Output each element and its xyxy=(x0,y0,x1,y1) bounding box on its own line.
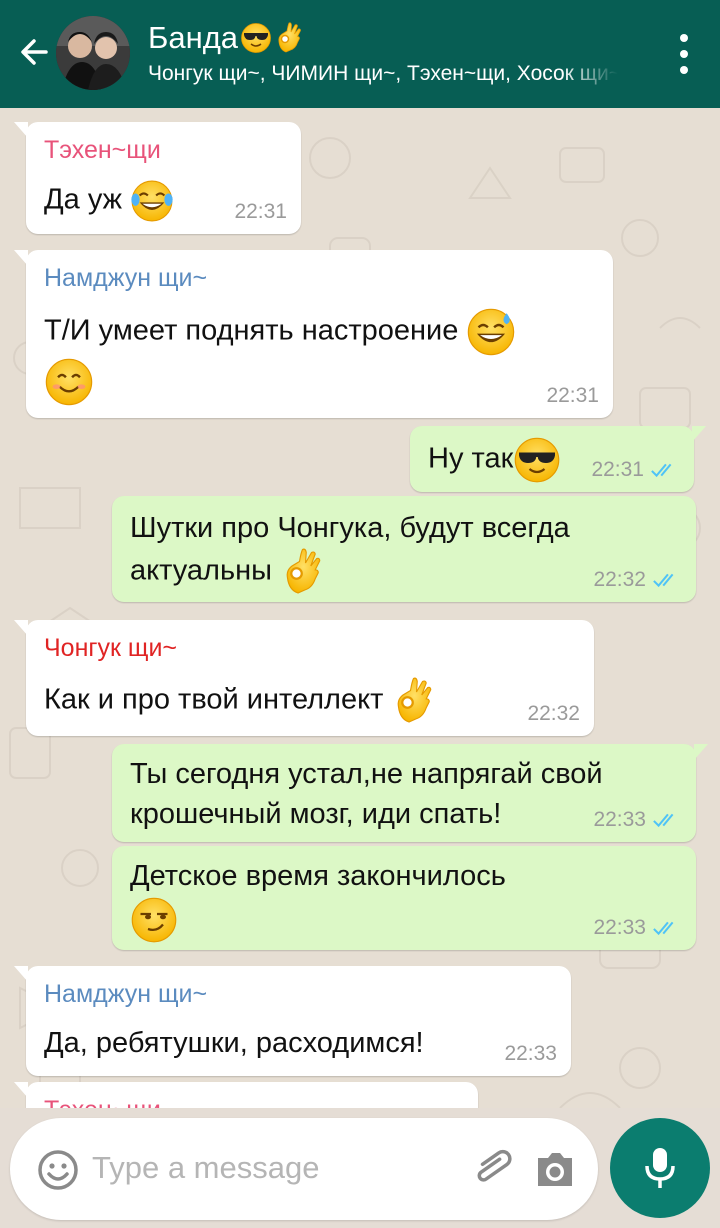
message-time: 22:31 xyxy=(546,384,599,407)
sender-name: Чонгук щи~ xyxy=(44,634,178,662)
back-button[interactable] xyxy=(14,30,54,74)
message-text-content: Да уж xyxy=(44,183,123,216)
message-time: 22:33 xyxy=(504,1042,557,1065)
sunglasses-emoji-icon xyxy=(513,436,561,484)
chat-title: Банда xyxy=(148,18,628,58)
message-text-content: Как и про твой интеллект xyxy=(44,683,384,716)
message-meta: 22:32 xyxy=(593,568,682,592)
message-outgoing[interactable]: Шутки про Чонгука, будут всегда актуальн… xyxy=(112,496,696,602)
read-ticks-icon xyxy=(650,460,680,480)
message-text: Как и про твой интеллект xyxy=(44,677,576,725)
message-outgoing[interactable]: Ну так 22:31 xyxy=(410,426,706,492)
message-outgoing[interactable]: Ты сегодня устал,не напрягай свой крошеч… xyxy=(112,744,708,842)
message-text: Т/И умеет поднять настроение xyxy=(44,307,595,407)
message-text-line1: Ты сегодня устал,не напрягай свой xyxy=(130,758,603,790)
message-text-line1: Шутки про Чонгука, будут всегда xyxy=(130,512,570,544)
message-meta: 22:33 xyxy=(504,1042,557,1066)
sunglasses-emoji-icon xyxy=(240,22,272,54)
message-text-line2: крошечный мозг, иди спать! xyxy=(130,798,502,830)
message-incoming[interactable]: Чонгук щи~ Как и про твой интеллект 22:3… xyxy=(14,620,594,736)
message-time: 22:32 xyxy=(527,702,580,725)
sender-name: Тэхен~щи xyxy=(44,1096,460,1108)
chat-header: Банда Чонгук щи~, ЧИМИН щи~, Тэхен~щи, Х… xyxy=(0,0,720,108)
message-list[interactable]: Тэхен~щи Да уж 22:31 Намджун щи~ Т/И уме… xyxy=(0,108,720,1108)
message-meta: 22:32 xyxy=(527,702,580,726)
smirk-emoji-icon xyxy=(130,896,178,944)
message-text-content: Да, ребятушки, расходимся! xyxy=(44,1027,424,1059)
more-options-icon[interactable] xyxy=(676,34,692,74)
message-incoming[interactable]: Намджун щи~ Т/И умеет поднять настроение… xyxy=(14,250,613,418)
message-text-content: Детское время закончилось xyxy=(130,860,506,892)
message-text: Да, ребятушки, расходимся! xyxy=(44,1023,553,1063)
arrow-left-icon xyxy=(21,39,48,65)
message-composer[interactable]: Type a message xyxy=(10,1118,598,1220)
sender-name: Тэхен~щи xyxy=(44,136,161,164)
message-time: 22:33 xyxy=(593,808,646,831)
mic-button[interactable] xyxy=(610,1118,710,1218)
message-incoming[interactable]: Намджун щи~ Да, ребятушки, расходимся! 2… xyxy=(14,966,571,1076)
message-time: 22:31 xyxy=(591,458,644,481)
message-outgoing[interactable]: Детское время закончилось 22:33 xyxy=(112,846,696,950)
message-meta: 22:31 xyxy=(546,384,599,408)
attach-icon[interactable] xyxy=(468,1144,516,1192)
message-input[interactable]: Type a message xyxy=(92,1150,319,1186)
read-ticks-icon xyxy=(652,810,682,830)
message-meta: 22:33 xyxy=(593,808,682,832)
message-meta: 22:31 xyxy=(234,200,287,224)
read-ticks-icon xyxy=(652,570,682,590)
message-text-content: Т/И умеет поднять настроение xyxy=(44,314,459,347)
message-text-line2: актуальны xyxy=(130,554,272,587)
smiling-emoji-icon xyxy=(44,357,94,407)
mic-icon xyxy=(645,1148,675,1188)
message-incoming[interactable]: Тэхен~щи Да уж 22:31 xyxy=(14,122,301,234)
sender-name: Намджун щи~ xyxy=(44,264,208,292)
ok-hand-emoji-icon xyxy=(280,548,328,596)
ok-hand-emoji-icon xyxy=(274,22,306,54)
message-text-content: Ну так xyxy=(428,442,514,475)
chat-info[interactable]: Банда Чонгук щи~, ЧИМИН щи~, Тэхен~щи, Х… xyxy=(148,18,628,86)
read-ticks-icon xyxy=(652,918,682,938)
message-time: 22:32 xyxy=(593,568,646,591)
group-avatar[interactable] xyxy=(56,16,130,90)
message-meta: 22:31 xyxy=(591,458,680,482)
camera-icon[interactable] xyxy=(532,1146,578,1192)
ok-hand-emoji-icon xyxy=(391,677,439,725)
emoji-icon[interactable] xyxy=(36,1148,80,1192)
chat-members: Чонгук щи~, ЧИМИН щи~, Тэхен~щи, Хосок щ… xyxy=(148,62,618,85)
message-time: 22:31 xyxy=(234,200,287,223)
message-meta: 22:33 xyxy=(593,916,682,940)
chat-title-text: Банда xyxy=(148,20,239,55)
message-time: 22:33 xyxy=(593,916,646,939)
sender-name: Намджун щи~ xyxy=(44,980,208,1008)
sweat-smile-emoji-icon xyxy=(466,307,516,357)
message-incoming[interactable]: Тэхен~щи xyxy=(14,1082,478,1108)
tears-of-joy-emoji-icon xyxy=(130,179,174,223)
